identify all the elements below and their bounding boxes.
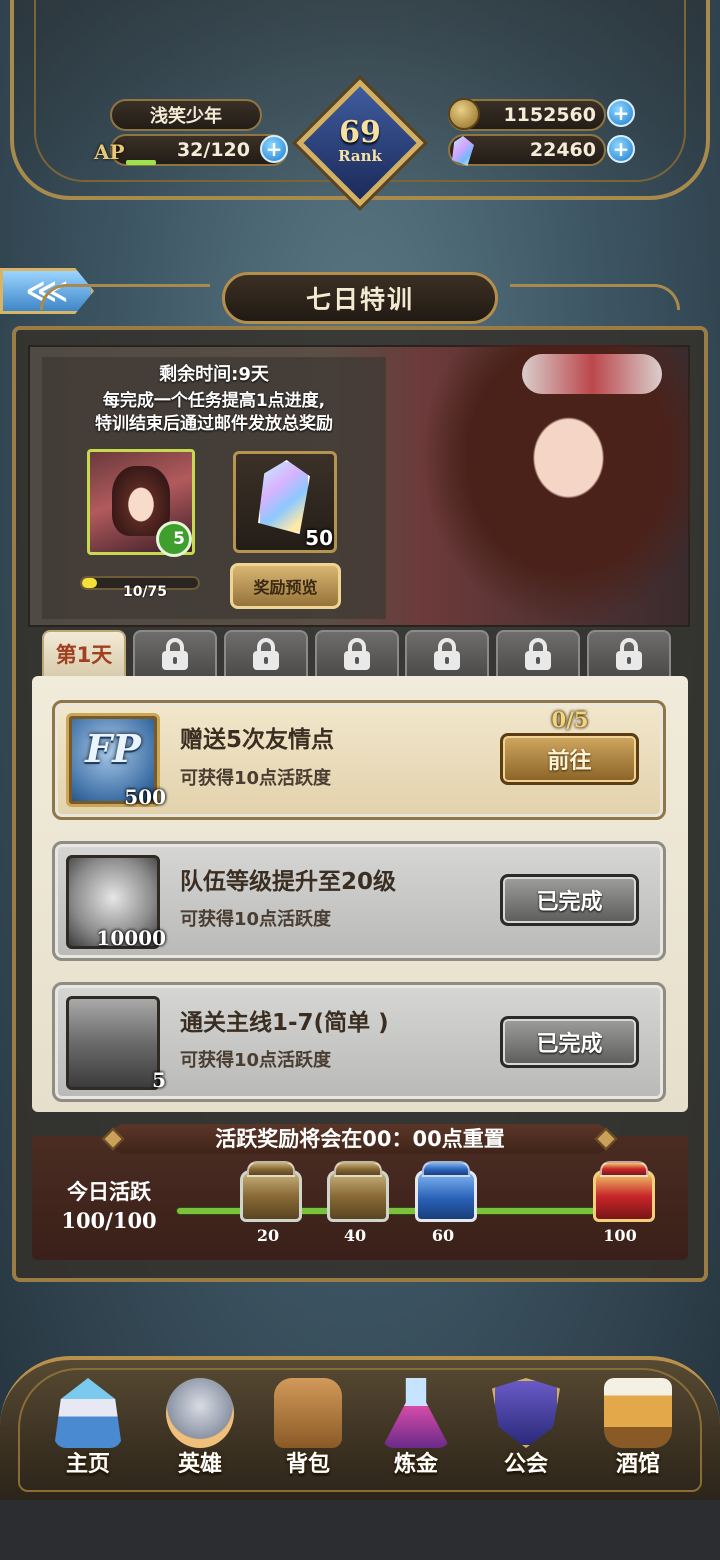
gold-plus-button[interactable]: + [607, 99, 635, 127]
reset-notice: 活跃奖励将会在00：00点重置 [215, 1127, 505, 1151]
nav-label: 背包 [285, 1452, 330, 1477]
task-progress: 0/5 [551, 707, 589, 732]
task-subtitle: 可获得10点活跃度 [180, 768, 332, 789]
hero-level-badge: 5 [156, 521, 192, 557]
task-subtitle: 可获得10点活跃度 [180, 1050, 332, 1071]
red-chest-icon[interactable] [593, 1161, 655, 1222]
tab-day-6[interactable] [496, 630, 580, 676]
tab-day-4[interactable] [315, 630, 399, 676]
tab-day-3[interactable] [224, 630, 308, 676]
page-title: 七日特训 [222, 272, 498, 324]
crystal-count: 50 [305, 526, 333, 550]
task-subtitle: 可获得10点活跃度 [180, 909, 332, 930]
tab-day-7[interactable] [587, 630, 671, 676]
ap-label: AP [94, 140, 125, 164]
description-line-2: 特训结束后通过邮件发放总奖励 [95, 414, 333, 434]
nav-home[interactable]: 主页 [40, 1374, 136, 1490]
event-progress-text: 10/75 [122, 584, 168, 600]
lock-icon [342, 638, 372, 670]
rank-display: 69 Rank [315, 115, 405, 165]
remaining-time: 剩余时间:9天 [159, 364, 269, 385]
bronze-chest-icon[interactable] [240, 1161, 302, 1222]
tab-day-1[interactable]: 第1天 [42, 630, 126, 676]
task-title: 赠送5次友情点 [180, 727, 335, 753]
description-line-1: 每完成一个任务提高1点进度, [102, 391, 326, 411]
lock-icon [432, 638, 462, 670]
blue-chest-icon[interactable] [415, 1161, 477, 1222]
bag-icon [274, 1378, 342, 1448]
tab-day-2[interactable] [133, 630, 217, 676]
hero-level: 5 [173, 529, 185, 549]
task-title: 队伍等级提升至20级 [180, 869, 397, 895]
fp-icon-text: FP [85, 726, 141, 771]
banner-character-bow [522, 354, 662, 394]
task-reward-count: 5 [152, 1068, 166, 1092]
gold-coin-icon [448, 98, 480, 130]
today-activity-label: 今日活跃 [67, 1180, 151, 1204]
go-button[interactable]: 前往 [500, 733, 639, 785]
event-description: 每完成一个任务提高1点进度, 特训结束后通过邮件发放总奖励 [42, 390, 386, 436]
task-reward-count: 500 [124, 785, 166, 809]
ap-plus-button[interactable]: + [260, 135, 288, 163]
nav-label: 公会 [503, 1452, 548, 1477]
potion-icon [382, 1378, 450, 1448]
lock-icon [614, 638, 644, 670]
helmet-icon [166, 1378, 234, 1448]
bronze-chest-icon[interactable] [327, 1161, 389, 1222]
beer-mug-icon [604, 1378, 672, 1448]
milestone-threshold: 60 [431, 1226, 455, 1245]
rank-label: Rank [338, 147, 382, 165]
nav-bag[interactable]: 背包 [260, 1374, 356, 1490]
nav-label: 英雄 [177, 1452, 222, 1477]
lock-icon [251, 638, 281, 670]
nav-label: 主页 [65, 1452, 110, 1477]
tab-day-5[interactable] [405, 630, 489, 676]
title-ornament-left [40, 284, 210, 310]
gold-value: 1152560 [503, 104, 596, 126]
lock-icon [523, 638, 553, 670]
ap-fill-bar [126, 160, 156, 165]
milestone-threshold: 40 [343, 1226, 367, 1245]
gem-plus-button[interactable]: + [607, 135, 635, 163]
gem-value: 22460 [529, 139, 596, 161]
reward-preview-button[interactable]: 奖励预览 [230, 563, 341, 609]
nav-heroes[interactable]: 英雄 [152, 1374, 248, 1490]
task-title: 通关主线1-7(简单 ) [180, 1010, 389, 1036]
nav-alchemy[interactable]: 炼金 [368, 1374, 464, 1490]
bottom-nav-base [0, 1500, 720, 1560]
lock-icon [160, 638, 190, 670]
nav-tavern[interactable]: 酒馆 [590, 1374, 686, 1490]
milestone-threshold: 100 [603, 1226, 637, 1245]
castle-icon [54, 1378, 122, 1448]
task-reward-count: 10000 [96, 926, 166, 950]
shield-icon [492, 1378, 560, 1448]
nav-label: 炼金 [393, 1452, 438, 1477]
today-activity-value: 100/100 [61, 1208, 157, 1233]
ap-value: 32/120 [176, 139, 250, 161]
rank-number: 69 [339, 115, 381, 150]
player-name[interactable]: 浅笑少年 [110, 99, 262, 131]
completed-button[interactable]: 已完成 [500, 874, 639, 926]
title-ornament-right [510, 284, 680, 310]
nav-guild[interactable]: 公会 [478, 1374, 574, 1490]
milestone-threshold: 20 [256, 1226, 280, 1245]
completed-button[interactable]: 已完成 [500, 1016, 639, 1068]
nav-label: 酒馆 [615, 1452, 660, 1477]
